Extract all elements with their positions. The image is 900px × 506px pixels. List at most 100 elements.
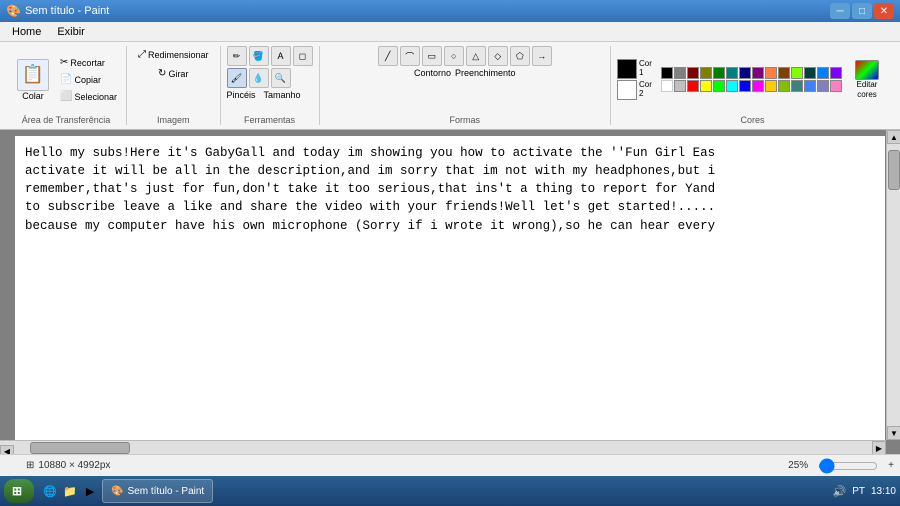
paste-label: Colar: [22, 91, 44, 101]
zoom-slider[interactable]: [818, 460, 878, 472]
cut-button[interactable]: ✂ Recortar: [57, 55, 120, 70]
swatch-8[interactable]: [765, 67, 777, 79]
swatch-7[interactable]: [752, 67, 764, 79]
resize-button[interactable]: ⤢ Redimensionar: [133, 46, 214, 63]
tools-content: ✏ 🪣 A ◻ 🖌 💧 🔍 Pincéis Tamanho: [227, 46, 313, 113]
brush-tool[interactable]: 🖌: [227, 68, 247, 88]
swatch-4[interactable]: [713, 67, 725, 79]
preenchimento-label: Preenchimento: [455, 68, 516, 78]
swatch-5[interactable]: [726, 67, 738, 79]
color-picker-tool[interactable]: 💧: [249, 68, 269, 88]
copy-icon: 📄: [60, 74, 72, 85]
cor2-label: Cor 2: [639, 81, 657, 99]
tools-row1: ✏ 🪣 A ◻: [227, 46, 313, 66]
cor1-label: Cor 1: [639, 60, 657, 78]
scroll-up-button[interactable]: ▲: [887, 130, 900, 144]
swatch-15[interactable]: [674, 80, 686, 92]
vertical-scroll-thumb[interactable]: [888, 150, 900, 190]
start-windows-icon: ⊞: [12, 484, 22, 498]
canvas[interactable]: Hello my subs!Here it's GabyGall and tod…: [15, 136, 885, 454]
swatch-25[interactable]: [804, 80, 816, 92]
taskbar-icon-ie[interactable]: 🌐: [42, 483, 58, 499]
vertical-scrollbar[interactable]: ▲ ▼: [886, 130, 900, 440]
canvas-size: 10880 × 4992px: [38, 460, 110, 471]
color2-swatch[interactable]: [617, 80, 637, 100]
line-tool[interactable]: ╱: [378, 46, 398, 66]
pencil-tool[interactable]: ✏: [227, 46, 247, 66]
swatch-9[interactable]: [778, 67, 790, 79]
arrow-tool[interactable]: →: [532, 46, 552, 66]
ribbon: 📋 Colar ✂ Recortar 📄 Copiar ⬜: [0, 42, 900, 130]
swatch-11[interactable]: [804, 67, 816, 79]
palette-row-1: [661, 67, 842, 79]
tools-label: Ferramentas: [244, 113, 295, 125]
rect-tool[interactable]: ▭: [422, 46, 442, 66]
start-button[interactable]: ⊞: [4, 479, 34, 503]
swatch-18[interactable]: [713, 80, 725, 92]
swatch-20[interactable]: [739, 80, 751, 92]
edit-colors-button[interactable]: Editar cores: [846, 57, 888, 102]
maximize-button[interactable]: □: [852, 3, 872, 19]
scroll-left-button[interactable]: ◀: [0, 445, 14, 455]
zoom-tool[interactable]: 🔍: [271, 68, 291, 88]
swatch-21[interactable]: [752, 80, 764, 92]
triangle-tool[interactable]: △: [466, 46, 486, 66]
resize-icon: ⤢: [138, 49, 146, 60]
swatch-13[interactable]: [830, 67, 842, 79]
rotate-button[interactable]: ↻ Girar: [153, 65, 193, 82]
swatch-16[interactable]: [687, 80, 699, 92]
menu-exibir[interactable]: Exibir: [49, 24, 93, 40]
shapes-label: Formas: [450, 113, 481, 125]
scroll-down-button[interactable]: ▼: [887, 426, 900, 440]
swatch-10[interactable]: [791, 67, 803, 79]
swatch-17[interactable]: [700, 80, 712, 92]
tray-volume-icon[interactable]: 🔊: [832, 485, 846, 498]
zoom-in-icon[interactable]: +: [888, 460, 894, 471]
menu-home[interactable]: Home: [4, 24, 49, 40]
cut-icon: ✂: [60, 57, 68, 68]
copy-button[interactable]: 📄 Copiar: [57, 72, 120, 87]
cut-label: Recortar: [70, 58, 105, 68]
swatch-3[interactable]: [700, 67, 712, 79]
horizontal-scroll-thumb[interactable]: [30, 442, 130, 454]
swatch-0[interactable]: [661, 67, 673, 79]
close-button[interactable]: ✕: [874, 3, 894, 19]
swatch-2[interactable]: [687, 67, 699, 79]
app-icon: 🎨: [6, 4, 21, 18]
swatch-22[interactable]: [765, 80, 777, 92]
swatch-27[interactable]: [830, 80, 842, 92]
fill-tool[interactable]: 🪣: [249, 46, 269, 66]
minimize-button[interactable]: ─: [830, 3, 850, 19]
swatch-23[interactable]: [778, 80, 790, 92]
color1-swatch[interactable]: [617, 59, 637, 79]
swatch-14[interactable]: [661, 80, 673, 92]
window-title: Sem título - Paint: [25, 5, 109, 17]
text-tool[interactable]: A: [271, 46, 291, 66]
pentagon-tool[interactable]: ⬠: [510, 46, 530, 66]
swatch-24[interactable]: [791, 80, 803, 92]
taskbar-paint-item[interactable]: 🎨 Sem título - Paint: [102, 479, 213, 503]
taskbar-paint-label: Sem título - Paint: [128, 486, 205, 497]
taskbar-icon-folder[interactable]: 📁: [62, 483, 78, 499]
swatch-1[interactable]: [674, 67, 686, 79]
status-dimensions: ⊞ 10880 × 4992px: [26, 460, 110, 471]
curve-tool[interactable]: ⌒: [400, 46, 420, 66]
swatch-19[interactable]: [726, 80, 738, 92]
taskbar-icon-media[interactable]: ▶: [82, 483, 98, 499]
system-clock: 13:10: [871, 485, 896, 498]
scroll-right-button[interactable]: ▶: [872, 441, 886, 454]
eraser-tool[interactable]: ◻: [293, 46, 313, 66]
ellipse-tool[interactable]: ○: [444, 46, 464, 66]
paste-button[interactable]: 📋 Colar: [12, 56, 54, 104]
select-button[interactable]: ⬜ Selecionar: [57, 89, 120, 104]
status-right: 25% +: [788, 460, 894, 472]
copy-label: Copiar: [74, 75, 101, 85]
taskbar: ⊞ 🌐 📁 ▶ 🎨 Sem título - Paint 🔊 PT 13:10: [0, 476, 900, 506]
horizontal-scrollbar[interactable]: ◀ ▶: [0, 440, 886, 454]
diamond-tool[interactable]: ◇: [488, 46, 508, 66]
system-tray: 🔊 PT 13:10: [832, 485, 896, 498]
swatch-12[interactable]: [817, 67, 829, 79]
taskbar-paint-icon: 🎨: [111, 486, 123, 497]
swatch-6[interactable]: [739, 67, 751, 79]
swatch-26[interactable]: [817, 80, 829, 92]
